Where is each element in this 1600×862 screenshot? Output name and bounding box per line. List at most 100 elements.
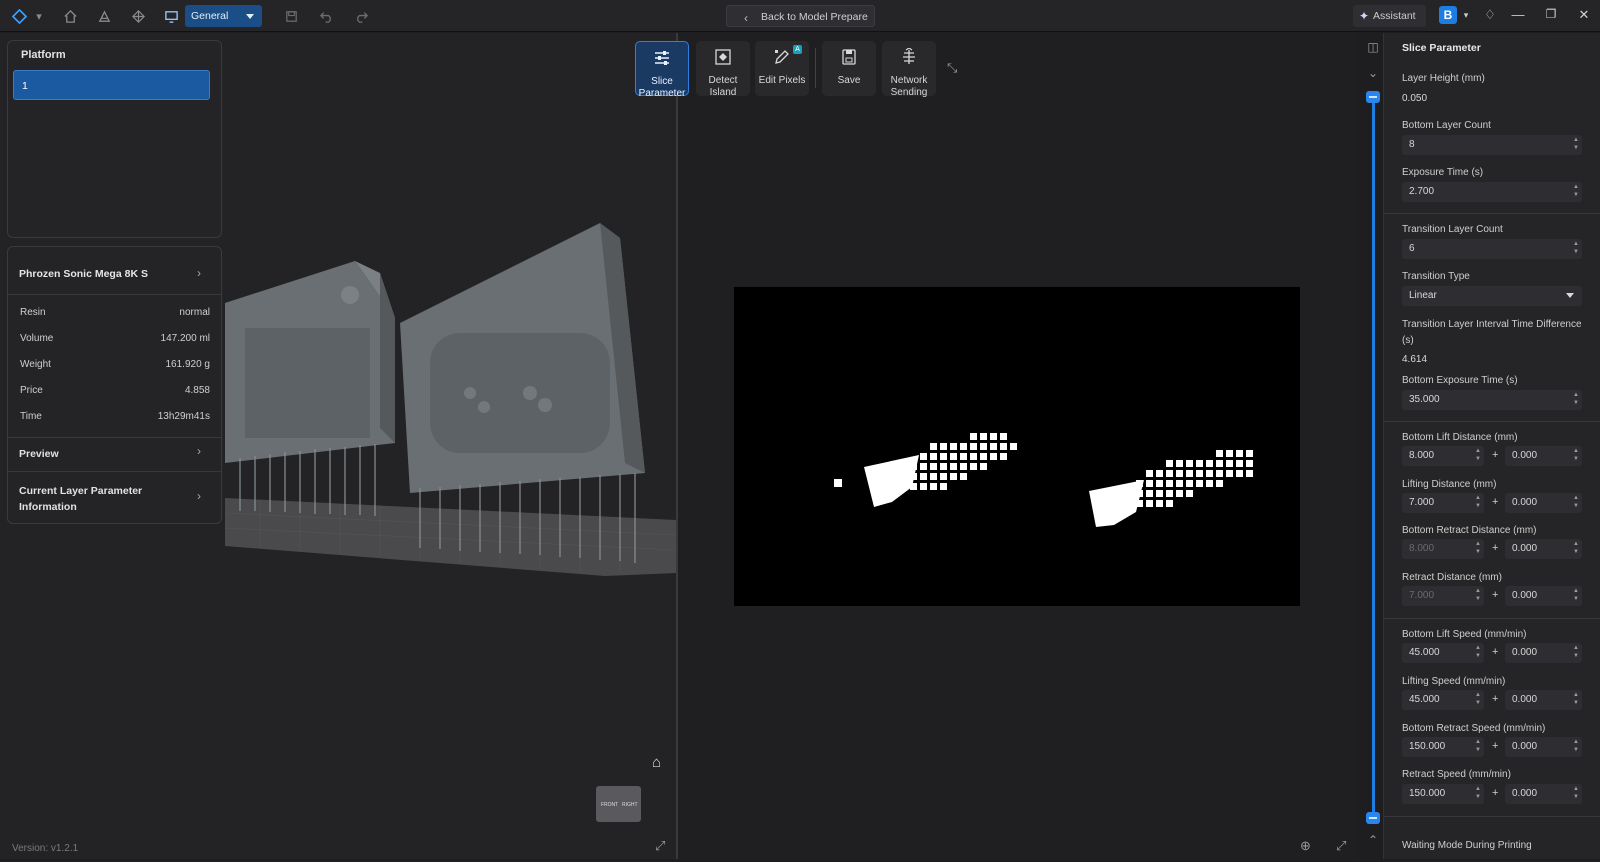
- layer-slider-bottom-handle[interactable]: [1366, 812, 1380, 824]
- save-file-icon[interactable]: [281, 6, 301, 26]
- chevron-up-icon[interactable]: ⌃: [1364, 833, 1382, 847]
- bottom-lift-distance-extra-input[interactable]: 0.000 ▲ ▼: [1505, 446, 1582, 466]
- slice-parameter-button[interactable]: Slice Parameter: [635, 41, 689, 99]
- transition-type-select[interactable]: Linear: [1402, 286, 1582, 306]
- layer-pixel: [1146, 470, 1153, 477]
- spinner-arrows-icon[interactable]: ▲ ▼: [1474, 691, 1482, 707]
- redo-icon[interactable]: [351, 6, 371, 26]
- spinner-arrows-icon[interactable]: ▲ ▼: [1572, 136, 1580, 152]
- panel-toggle-icon[interactable]: ◫: [1364, 40, 1382, 54]
- network-sending-label: Network: [890, 75, 928, 86]
- retract-speed-extra-input[interactable]: 0.000 ▲ ▼: [1505, 784, 1582, 804]
- account-badge[interactable]: B: [1439, 6, 1457, 24]
- slice-preview-icon[interactable]: [161, 6, 181, 26]
- view-cube[interactable]: FRONT RIGHT: [596, 786, 641, 822]
- detect-island-button[interactable]: Detect Island: [696, 41, 750, 98]
- notification-bell-icon[interactable]: ♢: [1482, 7, 1498, 23]
- assistant-label: Assistant: [1373, 10, 1416, 22]
- spinner-arrows-icon[interactable]: ▲ ▼: [1572, 240, 1580, 256]
- retract-distance-extra-input[interactable]: 0.000 ▲ ▼: [1505, 586, 1582, 606]
- exposure-time-input[interactable]: 2.700 ▲ ▼: [1402, 182, 1582, 202]
- layer-pixel: [910, 473, 917, 480]
- bottom-lift-speed-input[interactable]: 45.000 ▲ ▼: [1402, 643, 1484, 663]
- detect-island-label: Detect: [708, 75, 738, 86]
- account-chevron-icon[interactable]: ▾: [1458, 10, 1474, 21]
- lifting-speed-input[interactable]: 45.000 ▲ ▼: [1402, 690, 1484, 710]
- transition-interval-value: 4.614: [1402, 354, 1428, 365]
- prepare-icon[interactable]: [94, 6, 114, 26]
- spinner-arrows-icon[interactable]: ▲ ▼: [1572, 494, 1580, 510]
- spinner-arrows-icon[interactable]: ▲ ▼: [1572, 447, 1580, 463]
- spinner-arrows-icon[interactable]: ▲ ▼: [1572, 540, 1580, 556]
- chevron-down-icon[interactable]: ⌄: [1364, 66, 1382, 80]
- info-label: Volume: [20, 333, 54, 344]
- network-sending-button[interactable]: Network Sending: [882, 41, 936, 98]
- transition-layer-count-label: Transition Layer Count: [1402, 224, 1503, 235]
- home-icon[interactable]: [60, 6, 80, 26]
- bottom-retract-distance-input[interactable]: 8.000 ▲ ▼: [1402, 539, 1484, 559]
- collapse-toolbar-icon[interactable]: ⤡: [947, 60, 957, 76]
- bottom-lift-speed-extra-input[interactable]: 0.000 ▲ ▼: [1505, 643, 1582, 663]
- layer-info-section-link[interactable]: Current Layer Parameter Information: [19, 483, 142, 515]
- app-logo-icon[interactable]: [9, 6, 29, 26]
- bottom-layer-count-input[interactable]: 8 ▲ ▼: [1402, 135, 1582, 155]
- printer-name[interactable]: Phrozen Sonic Mega 8K S: [19, 268, 148, 280]
- bottom-retract-speed-extra-input[interactable]: 0.000 ▲ ▼: [1505, 737, 1582, 757]
- restore-window-icon[interactable]: ❐: [1543, 7, 1559, 21]
- retract-distance-input[interactable]: 7.000 ▲ ▼: [1402, 586, 1484, 606]
- chevron-right-icon[interactable]: ›: [197, 489, 201, 503]
- spinner-arrows-icon[interactable]: ▲ ▼: [1474, 738, 1482, 754]
- slice-parameter-panel: Slice Parameter Layer Height (mm) 0.050 …: [1383, 33, 1600, 859]
- spinner-arrows-icon[interactable]: ▲ ▼: [1572, 691, 1580, 707]
- retract-speed-input[interactable]: 150.000 ▲ ▼: [1402, 784, 1484, 804]
- bottom-retract-speed-input[interactable]: 150.000 ▲ ▼: [1402, 737, 1484, 757]
- divider: [8, 437, 221, 438]
- transition-layer-count-input[interactable]: 6 ▲ ▼: [1402, 239, 1582, 259]
- spinner-arrows-icon[interactable]: ▲ ▼: [1474, 785, 1482, 801]
- spinner-arrows-icon[interactable]: ▲ ▼: [1474, 447, 1482, 463]
- fullscreen-icon[interactable]: ⤢: [1336, 838, 1346, 854]
- edit-pixels-button[interactable]: A Edit Pixels: [755, 41, 809, 96]
- home-view-icon[interactable]: ⌂: [652, 754, 661, 771]
- input-value: 0.000: [1512, 741, 1538, 752]
- bottom-exposure-input[interactable]: 35.000 ▲ ▼: [1402, 390, 1582, 410]
- spinner-arrows-icon[interactable]: ▲ ▼: [1474, 587, 1482, 603]
- chevron-right-icon[interactable]: ›: [197, 444, 201, 458]
- undo-icon[interactable]: [316, 6, 336, 26]
- layer-pixel: [1236, 450, 1243, 457]
- bottom-retract-distance-label: Bottom Retract Distance (mm): [1402, 525, 1537, 536]
- bottom-retract-distance-extra-input[interactable]: 0.000 ▲ ▼: [1505, 539, 1582, 559]
- spinner-arrows-icon[interactable]: ▲ ▼: [1572, 785, 1580, 801]
- layer-slider-track[interactable]: [1372, 96, 1375, 820]
- layer-slice-image: [734, 287, 1300, 606]
- spinner-arrows-icon[interactable]: ▲ ▼: [1474, 644, 1482, 660]
- spinner-arrows-icon[interactable]: ▲ ▼: [1572, 183, 1580, 199]
- spinner-arrows-icon[interactable]: ▲ ▼: [1572, 391, 1580, 407]
- minimize-icon[interactable]: —: [1510, 7, 1526, 22]
- view-cube-front: FRONT: [601, 802, 619, 808]
- profile-select[interactable]: General: [185, 5, 262, 27]
- lifting-distance-input[interactable]: 7.000 ▲ ▼: [1402, 493, 1484, 513]
- support-icon[interactable]: [128, 6, 148, 26]
- layer-slider-top-handle[interactable]: [1366, 91, 1380, 103]
- app-menu-chevron-icon[interactable]: ▾: [33, 6, 45, 26]
- spinner-arrows-icon[interactable]: ▲ ▼: [1572, 738, 1580, 754]
- lifting-speed-extra-input[interactable]: 0.000 ▲ ▼: [1505, 690, 1582, 710]
- lifting-distance-extra-input[interactable]: 0.000 ▲ ▼: [1505, 493, 1582, 513]
- spinner-arrows-icon[interactable]: ▲ ▼: [1572, 644, 1580, 660]
- close-window-icon[interactable]: ✕: [1576, 7, 1592, 23]
- layer-pixel: [1156, 490, 1163, 497]
- assistant-button[interactable]: ✦ Assistant: [1353, 5, 1426, 27]
- expand-view-icon[interactable]: ⤢: [655, 838, 665, 854]
- chevron-right-icon[interactable]: ›: [197, 266, 201, 280]
- save-button[interactable]: Save: [822, 41, 876, 96]
- spinner-arrows-icon[interactable]: ▲ ▼: [1474, 540, 1482, 556]
- spinner-arrows-icon[interactable]: ▲ ▼: [1572, 587, 1580, 603]
- preview-section-link[interactable]: Preview: [19, 446, 59, 462]
- zoom-in-icon[interactable]: ⊕: [1300, 838, 1311, 854]
- bottom-lift-distance-input[interactable]: 8.000 ▲ ▼: [1402, 446, 1484, 466]
- back-to-model-prepare-button[interactable]: ‹ Back to Model Prepare: [726, 5, 875, 27]
- layer-pixel: [1246, 470, 1253, 477]
- platform-item-1[interactable]: 1: [13, 70, 210, 100]
- spinner-arrows-icon[interactable]: ▲ ▼: [1474, 494, 1482, 510]
